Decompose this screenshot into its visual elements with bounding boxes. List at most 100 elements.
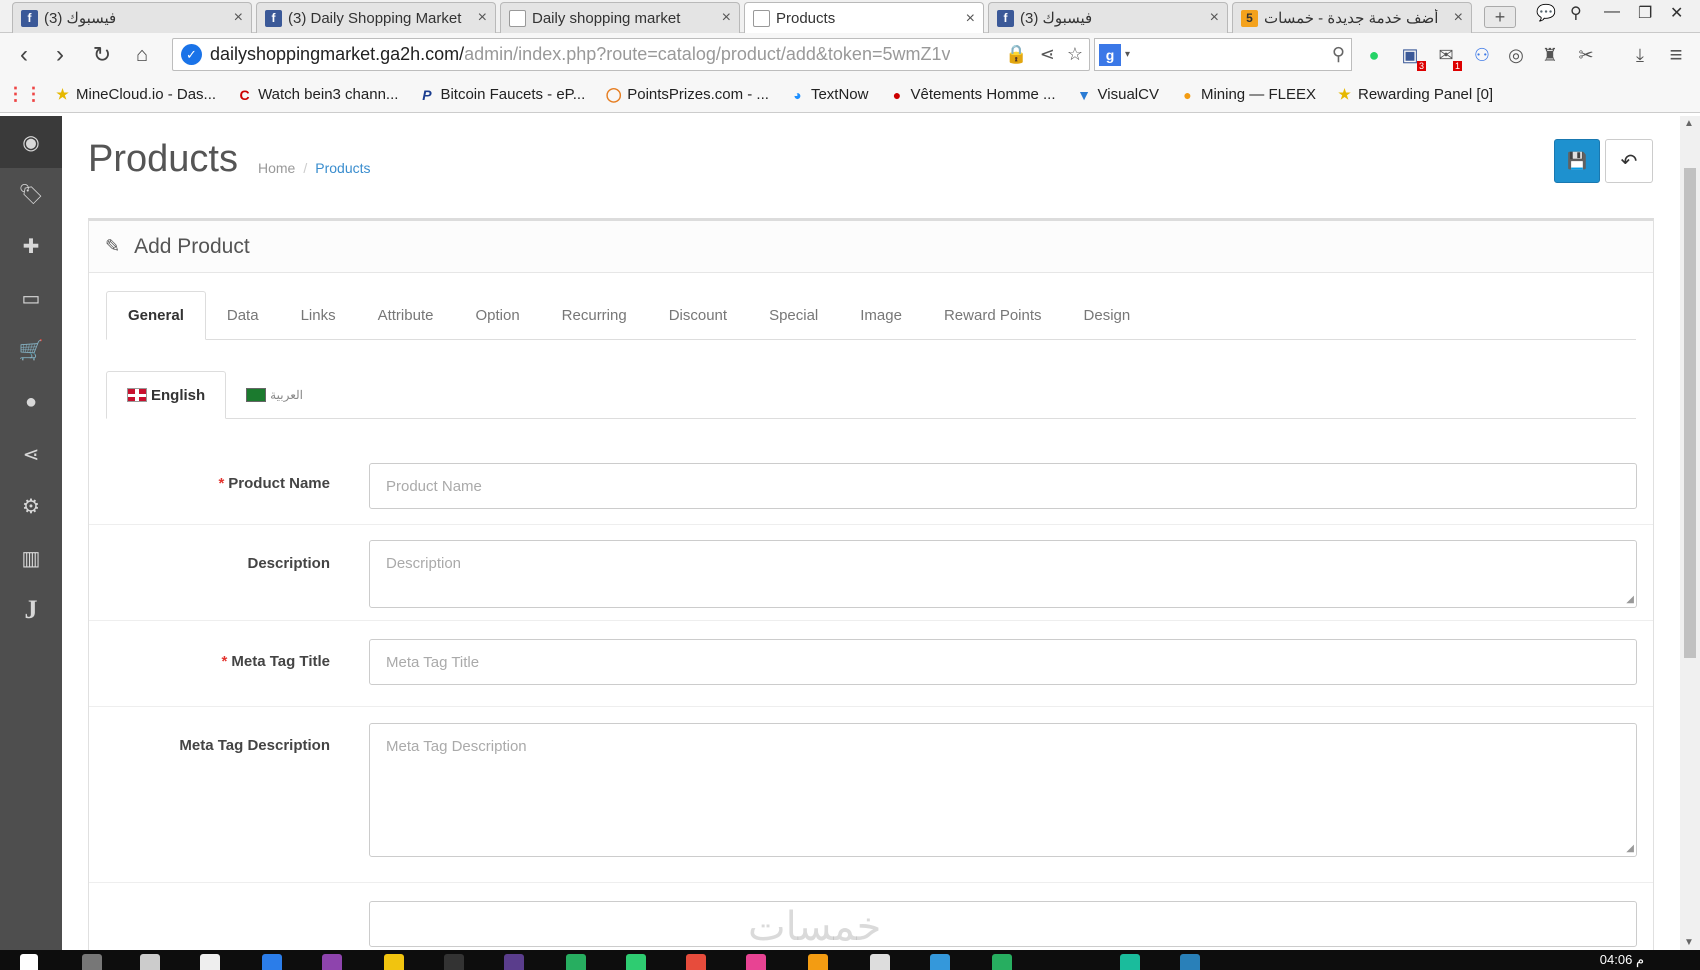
system-gear-icon[interactable]: ⚙ bbox=[0, 480, 62, 532]
tab-links[interactable]: Links bbox=[280, 291, 357, 340]
product-name-input[interactable]: Product Name bbox=[369, 463, 1637, 509]
app-icon[interactable] bbox=[444, 954, 464, 970]
visual-studio-icon[interactable] bbox=[322, 954, 342, 970]
breadcrumb-products[interactable]: Products bbox=[315, 160, 370, 176]
forward-icon[interactable]: › bbox=[46, 41, 74, 69]
language-tab-arabic[interactable]: العربية bbox=[226, 371, 323, 419]
sales-cart-icon[interactable]: 🛒 bbox=[0, 324, 62, 376]
next-input[interactable] bbox=[369, 901, 1637, 947]
dashboard-icon[interactable]: ◉ bbox=[0, 116, 62, 168]
extensions-puzzle-icon[interactable]: ✚ bbox=[0, 220, 62, 272]
chevron-down-icon[interactable]: ▾ bbox=[1125, 49, 1130, 60]
close-window-icon[interactable]: ✕ bbox=[1670, 3, 1683, 23]
user-ext-icon[interactable]: ⚇ bbox=[1470, 43, 1494, 67]
browser-tab[interactable]: 5 أضف خدمة جديدة - خمسات × bbox=[1232, 2, 1472, 33]
tab-general[interactable]: General bbox=[106, 291, 206, 340]
facebook-ext-icon[interactable]: ▣ 3 bbox=[1398, 43, 1426, 71]
pin-icon[interactable]: ⚲ bbox=[1570, 3, 1582, 23]
reports-chart-icon[interactable]: ▥ bbox=[0, 532, 62, 584]
taskbar-clock[interactable]: 04:06 م bbox=[1600, 952, 1644, 968]
bookmark-item[interactable]: P Bitcoin Faucets - eP... bbox=[418, 86, 585, 103]
tab-option[interactable]: Option bbox=[454, 291, 540, 340]
bookmark-item[interactable]: ● Vêtements Homme ... bbox=[888, 86, 1056, 103]
search-engine-box[interactable]: g ▾ ⚲ bbox=[1094, 38, 1352, 71]
bookmark-star-icon[interactable]: ☆ bbox=[1067, 44, 1083, 65]
bookmark-item[interactable]: ★ Rewarding Panel [0] bbox=[1336, 86, 1493, 103]
edge-icon[interactable] bbox=[262, 954, 282, 970]
scroll-thumb[interactable] bbox=[1684, 168, 1696, 658]
start-icon[interactable] bbox=[20, 954, 38, 970]
close-icon[interactable]: × bbox=[234, 9, 243, 27]
restore-icon[interactable]: ❐ bbox=[1638, 3, 1652, 23]
scissors-icon[interactable]: ✂ bbox=[1574, 43, 1598, 67]
bookmark-item[interactable]: ◕ TextNow bbox=[789, 86, 868, 103]
tab-attribute[interactable]: Attribute bbox=[357, 291, 455, 340]
lock-icon[interactable]: 🔒 bbox=[1005, 44, 1027, 65]
bookmark-item[interactable]: ★ MineCloud.io - Das... bbox=[54, 86, 216, 103]
new-tab-button[interactable]: + bbox=[1484, 6, 1516, 28]
tab-discount[interactable]: Discount bbox=[648, 291, 748, 340]
menu-icon[interactable]: ≡ bbox=[1664, 42, 1688, 67]
save-button[interactable]: 💾 bbox=[1554, 139, 1600, 183]
close-icon[interactable]: × bbox=[722, 9, 731, 27]
home-icon[interactable]: ⌂ bbox=[128, 41, 156, 69]
tab-data[interactable]: Data bbox=[206, 291, 280, 340]
browser-tab-active[interactable]: Products × bbox=[744, 2, 984, 34]
meta-title-input[interactable]: Meta Tag Title bbox=[369, 639, 1637, 685]
app-icon[interactable] bbox=[504, 954, 524, 970]
tab-special[interactable]: Special bbox=[748, 291, 839, 340]
app-icon[interactable] bbox=[992, 954, 1012, 970]
store-icon[interactable] bbox=[140, 954, 160, 970]
app-icon[interactable] bbox=[746, 954, 766, 970]
app-icon[interactable] bbox=[1120, 954, 1140, 970]
resize-handle-icon[interactable]: ◢ bbox=[1626, 594, 1634, 605]
folder-icon[interactable] bbox=[808, 954, 828, 970]
explorer-icon[interactable] bbox=[384, 954, 404, 970]
bookmark-item[interactable]: ● Mining — FLEEX bbox=[1179, 86, 1316, 103]
back-button[interactable]: ↶ bbox=[1605, 139, 1653, 183]
browser-tab[interactable]: f (3) فيسبوك × bbox=[12, 2, 252, 33]
share-icon[interactable]: ⋖ bbox=[1040, 44, 1055, 65]
scroll-down-icon[interactable]: ▼ bbox=[1684, 937, 1694, 948]
app-icon[interactable] bbox=[686, 954, 706, 970]
page-scrollbar[interactable]: ▲ ▼ bbox=[1680, 116, 1700, 950]
resize-handle-icon[interactable]: ◢ bbox=[1626, 843, 1634, 854]
customers-user-icon[interactable]: ● bbox=[0, 376, 62, 428]
back-icon[interactable]: ‹ bbox=[10, 41, 38, 69]
marketing-share-icon[interactable]: ⋖ bbox=[0, 428, 62, 480]
vscode-icon[interactable] bbox=[1180, 954, 1200, 970]
minimize-icon[interactable]: — bbox=[1604, 3, 1620, 21]
coin-ext-icon[interactable]: ◎ bbox=[1504, 43, 1528, 67]
close-icon[interactable]: × bbox=[1454, 9, 1463, 27]
robot-icon[interactable]: ♜ bbox=[1538, 43, 1562, 67]
scroll-up-icon[interactable]: ▲ bbox=[1684, 118, 1694, 129]
j-extension-icon[interactable]: J bbox=[0, 584, 62, 636]
catalog-tag-icon[interactable]: 🏷 bbox=[0, 168, 62, 220]
download-icon[interactable]: ⤓ bbox=[1628, 43, 1652, 67]
whatsapp-icon[interactable]: ● bbox=[1362, 43, 1386, 67]
search-icon[interactable] bbox=[82, 954, 102, 970]
browser-tab[interactable]: Daily shopping market × bbox=[500, 2, 740, 33]
bookmark-item[interactable]: C Watch bein3 chann... bbox=[236, 86, 399, 103]
address-bar[interactable]: ✓ dailyshoppingmarket.ga2h.com/ admin/in… bbox=[172, 38, 1090, 71]
tab-design[interactable]: Design bbox=[1063, 291, 1152, 340]
mail-app-icon[interactable] bbox=[200, 954, 220, 970]
document-icon[interactable] bbox=[870, 954, 890, 970]
tab-recurring[interactable]: Recurring bbox=[541, 291, 648, 340]
language-tab-english[interactable]: English bbox=[106, 371, 227, 419]
chrome-icon[interactable] bbox=[930, 954, 950, 970]
browser-tab[interactable]: f (3) Daily Shopping Market × bbox=[256, 2, 496, 33]
close-icon[interactable]: × bbox=[1210, 9, 1219, 27]
breadcrumb-home[interactable]: Home bbox=[258, 160, 295, 176]
close-icon[interactable]: × bbox=[966, 10, 975, 28]
tab-image[interactable]: Image bbox=[839, 291, 923, 340]
app-icon[interactable] bbox=[626, 954, 646, 970]
browser-tab[interactable]: f (3) فيسبوك × bbox=[988, 2, 1228, 33]
description-textarea[interactable]: Description ◢ bbox=[369, 540, 1637, 608]
meta-description-textarea[interactable]: Meta Tag Description ◢ bbox=[369, 723, 1637, 857]
bookmark-item[interactable]: ◯ PointsPrizes.com - ... bbox=[605, 86, 769, 103]
tab-reward-points[interactable]: Reward Points bbox=[923, 291, 1063, 340]
chat-icon[interactable]: 💬 bbox=[1536, 3, 1556, 23]
whatsapp-app-icon[interactable] bbox=[566, 954, 586, 970]
mail-icon[interactable]: ✉ 1 bbox=[1434, 43, 1462, 71]
